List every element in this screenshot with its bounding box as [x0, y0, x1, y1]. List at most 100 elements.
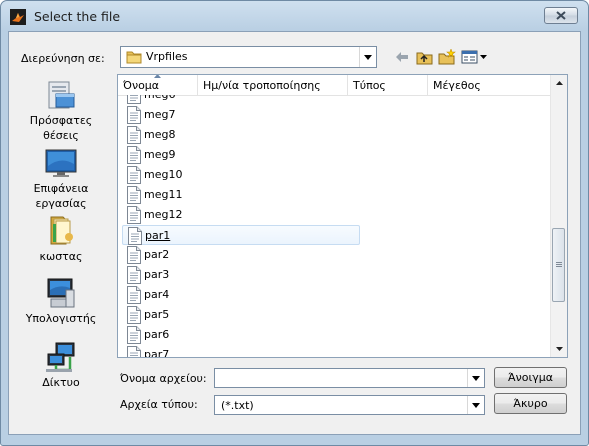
file-name: par5 [144, 308, 170, 321]
file-list[interactable]: Όνομα Ημ/νία τροποποίησης Τύπος Μέγεθος … [117, 74, 568, 358]
view-menu-icon [461, 50, 487, 64]
list-header: Όνομα Ημ/νία τροποποίησης Τύπος Μέγεθος [118, 75, 553, 96]
up-folder-icon [416, 52, 432, 64]
text-file-icon [127, 166, 141, 184]
file-row[interactable]: par4 [122, 285, 362, 305]
folder-icon [126, 51, 142, 64]
scroll-down-arrow-icon [555, 347, 563, 351]
file-row[interactable]: par2 [122, 245, 362, 265]
open-button[interactable]: Άνοιγμα [494, 367, 567, 388]
text-file-icon [127, 246, 141, 264]
look-in-dropdown[interactable] [359, 47, 376, 67]
file-row[interactable]: meg12 [122, 205, 362, 225]
file-row[interactable]: meg6 [122, 95, 362, 105]
file-row[interactable]: meg11 [122, 185, 362, 205]
place-recent-label-2: θέσεις [43, 129, 79, 142]
look-in-combo[interactable]: Vrpfiles [120, 46, 377, 68]
file-name: par2 [144, 248, 170, 261]
open-button-label: Άνοιγμα [508, 371, 553, 384]
file-row[interactable]: par6 [122, 325, 362, 345]
file-name: meg7 [144, 108, 176, 121]
file-row[interactable]: par3 [122, 265, 362, 285]
file-row[interactable]: par5 [122, 305, 362, 325]
text-file-icon [127, 326, 141, 344]
file-row[interactable]: meg7 [122, 105, 362, 125]
places-bar: Πρόσφατες θέσεις Επιφάνεια εργασίας κωστ… [12, 74, 110, 404]
filename-input[interactable] [214, 368, 485, 388]
column-header-date[interactable]: Ημ/νία τροποποίησης [198, 75, 348, 95]
text-file-icon [127, 186, 141, 204]
up-folder-button[interactable] [414, 47, 434, 67]
matlab-icon [10, 9, 26, 25]
place-user[interactable]: κωστας [12, 214, 110, 263]
text-file-icon [128, 227, 142, 245]
text-file-icon [127, 266, 141, 284]
close-button[interactable] [544, 7, 578, 24]
close-icon [556, 11, 566, 20]
text-file-icon [127, 106, 141, 124]
file-name: meg12 [144, 208, 183, 221]
column-name-label: Όνομα [123, 79, 160, 92]
recent-places-icon [48, 81, 75, 109]
file-name: par7 [144, 348, 170, 357]
file-dialog-window: Select the file Διερεύνηση σε: Vrpfiles [0, 0, 589, 446]
filename-label: Όνομα αρχείου: [120, 372, 207, 385]
new-folder-icon [438, 49, 456, 65]
file-rows: meg6 meg7 meg8 meg9 meg10 meg11 meg12 par1 par2 p… [118, 95, 553, 357]
column-date-label: Ημ/νία τροποποίησης [203, 79, 321, 92]
network-icon [46, 342, 75, 372]
place-computer[interactable]: Υπολογιστής [12, 276, 110, 325]
dialog-client-area: Διερεύνηση σε: Vrpfiles Πρόσφατες θέσεις… [8, 31, 581, 435]
filetype-select[interactable]: (*.txt) [214, 395, 485, 415]
column-header-type[interactable]: Τύπος [348, 75, 428, 95]
scroll-up-button[interactable] [551, 75, 567, 91]
column-header-size[interactable]: Μέγεθος [428, 75, 553, 95]
column-type-label: Τύπος [353, 79, 386, 92]
place-desktop[interactable]: Επιφάνεια εργασίας [12, 146, 110, 210]
scroll-grip [556, 266, 562, 267]
place-user-label: κωστας [39, 250, 83, 263]
cancel-button-label: Άκυρο [513, 397, 548, 410]
text-file-icon [127, 306, 141, 324]
filetype-dropdown[interactable] [467, 396, 484, 414]
user-folder-icon [50, 216, 73, 245]
text-file-icon [127, 286, 141, 304]
place-desktop-label-1: Επιφάνεια [33, 182, 89, 195]
file-name: par6 [144, 328, 170, 341]
file-row[interactable]: meg10 [122, 165, 362, 185]
look-in-value: Vrpfiles [146, 50, 188, 63]
place-network[interactable]: Δίκτυο [12, 340, 110, 389]
file-row[interactable]: par1 [122, 225, 360, 245]
chevron-down-icon [472, 402, 480, 408]
file-name: par3 [144, 268, 170, 281]
scroll-thumb[interactable] [552, 228, 565, 302]
vertical-scrollbar[interactable] [550, 75, 567, 357]
scroll-down-button[interactable] [551, 341, 567, 357]
cancel-button[interactable]: Άκυρο [494, 393, 567, 414]
place-recent-label-1: Πρόσφατες [29, 114, 93, 127]
filetype-label: Αρχεία τύπου: [120, 398, 198, 411]
desktop-icon [45, 149, 77, 177]
back-button[interactable] [391, 47, 413, 67]
place-recent[interactable]: Πρόσφατες θέσεις [12, 78, 110, 142]
file-row[interactable]: meg9 [122, 145, 362, 165]
text-file-icon [127, 346, 141, 357]
column-header-name[interactable]: Όνομα [118, 75, 198, 95]
text-file-icon [127, 126, 141, 144]
scroll-grip [556, 262, 562, 263]
file-row[interactable]: par7 [122, 345, 362, 357]
chevron-down-icon [472, 375, 480, 381]
filename-dropdown[interactable] [467, 369, 484, 387]
file-row[interactable]: meg8 [122, 125, 362, 145]
file-name: meg9 [144, 148, 176, 161]
file-name: meg6 [144, 95, 175, 101]
scroll-up-arrow-icon [555, 81, 563, 85]
view-menu-button[interactable] [460, 47, 490, 67]
new-folder-button[interactable] [437, 47, 457, 67]
title-bar[interactable]: Select the file [1, 1, 588, 31]
filetype-value: (*.txt) [221, 399, 254, 412]
window-title: Select the file [34, 9, 121, 24]
computer-icon [47, 278, 75, 308]
place-desktop-label-2: εργασίας [35, 197, 87, 210]
place-computer-label: Υπολογιστής [25, 312, 97, 325]
